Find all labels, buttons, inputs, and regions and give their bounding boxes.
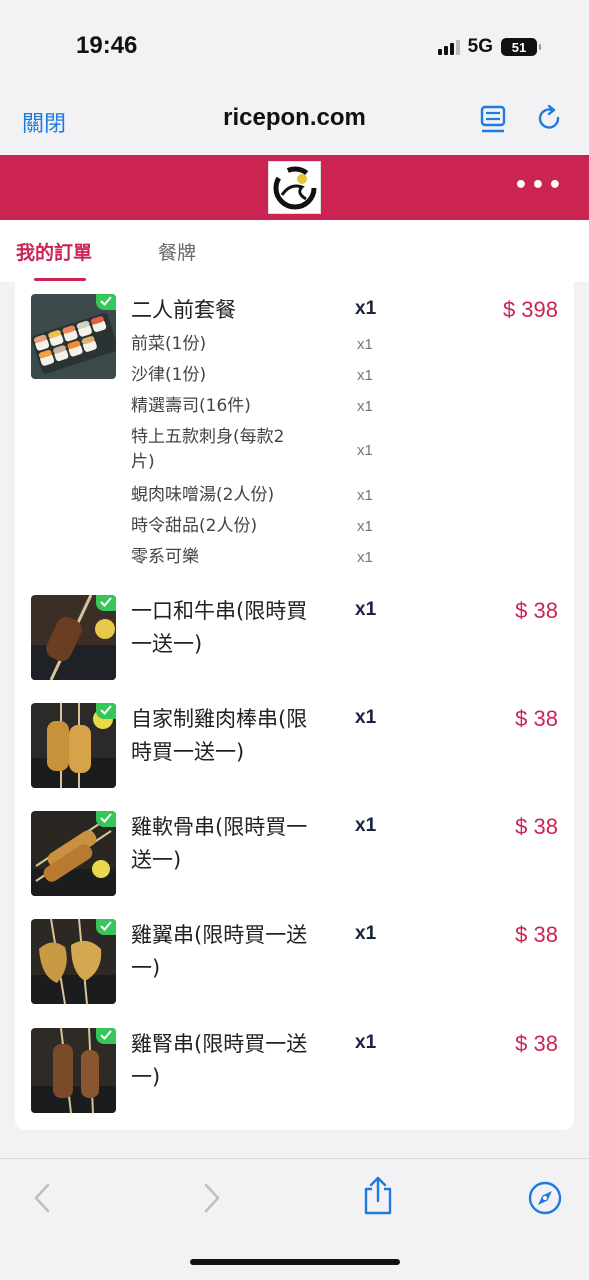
check-icon (96, 1028, 116, 1044)
back-icon[interactable] (30, 1181, 54, 1219)
sub-item-qty: x1 (357, 442, 373, 459)
status-time: 19:46 (76, 32, 138, 59)
restaurant-header: ••• (0, 155, 589, 220)
signal-icon (437, 39, 460, 55)
item-name: 雞翼串(限時買一送一) (131, 923, 308, 980)
item-name: 雞腎串(限時買一送一) (131, 1032, 308, 1089)
restaurant-logo (268, 161, 321, 214)
skewer-thumbnail (31, 595, 116, 680)
reload-icon[interactable] (536, 104, 564, 134)
reader-icon[interactable] (480, 104, 508, 134)
forward-icon[interactable] (200, 1181, 224, 1219)
sub-item-name: 時令甜品(2人份) (131, 516, 258, 536)
sub-item-qty: x1 (357, 487, 373, 504)
tab-my-orders[interactable]: 我的訂單 (16, 238, 92, 265)
order-card: 二人前套餐 x1 $ 398 前菜(1份) x1 沙律(1份) x1 精選壽司(… (15, 282, 574, 1130)
skewer-thumbnail (31, 811, 116, 896)
item-name: 雞軟骨串(限時買一送一) (131, 815, 308, 872)
check-icon (96, 811, 116, 827)
check-icon (96, 294, 116, 310)
sub-item-name: 特上五款刺身(每款2片) (131, 427, 285, 472)
sub-item-name: 零系可樂 (131, 547, 199, 567)
sub-item-qty: x1 (357, 367, 373, 384)
skewer-thumbnail (31, 919, 116, 1004)
sub-item-name: 蜆肉味噌湯(2人份) (131, 485, 275, 505)
check-icon (96, 703, 116, 719)
item-name: 自家制雞肉棒串(限時買一送一) (131, 707, 308, 764)
item-qty: x1 (355, 298, 377, 319)
item-price: $ 38 (515, 814, 558, 839)
item-price: $ 38 (515, 1031, 558, 1056)
sub-item-name: 沙律(1份) (131, 365, 207, 385)
share-icon[interactable] (362, 1175, 394, 1221)
sub-item-name: 前菜(1份) (131, 334, 207, 354)
item-name: 二人前套餐 (131, 298, 236, 322)
network-type: 5G (467, 36, 493, 57)
check-icon (96, 919, 116, 935)
skewer-thumbnail (31, 703, 116, 788)
sub-item-qty: x1 (357, 336, 373, 353)
status-indicators: 5G 51 (437, 36, 541, 58)
item-price: $ 38 (515, 598, 558, 623)
tab-indicator (34, 278, 86, 281)
item-qty: x1 (355, 707, 377, 728)
item-name: 一口和牛串(限時買一送一) (131, 599, 308, 656)
browser-nav-bar: 關閉 ricepon.com (0, 90, 589, 155)
battery-icon: 51 (501, 38, 541, 56)
tab-bar: 我的訂單 餐牌 (0, 220, 589, 282)
item-qty: x1 (355, 923, 377, 944)
sub-item-qty: x1 (357, 518, 373, 535)
item-price: $ 38 (515, 922, 558, 947)
item-price: $ 398 (502, 297, 558, 322)
more-icon[interactable]: ••• (514, 173, 565, 198)
item-price: $ 38 (515, 706, 558, 731)
sub-item-name: 精選壽司(16件) (131, 396, 251, 416)
check-icon (96, 595, 116, 611)
home-indicator (190, 1259, 400, 1265)
battery-level: 51 (511, 39, 527, 55)
item-qty: x1 (355, 815, 377, 836)
status-bar: 19:46 5G 51 (0, 0, 589, 90)
sub-item-qty: x1 (357, 549, 373, 566)
item-qty: x1 (355, 1032, 377, 1053)
compass-icon[interactable] (528, 1181, 562, 1219)
tab-menu[interactable]: 餐牌 (158, 238, 196, 265)
skewer-thumbnail (31, 1028, 116, 1113)
item-qty: x1 (355, 599, 377, 620)
sushi-thumbnail (31, 294, 116, 379)
sub-item-qty: x1 (357, 398, 373, 415)
